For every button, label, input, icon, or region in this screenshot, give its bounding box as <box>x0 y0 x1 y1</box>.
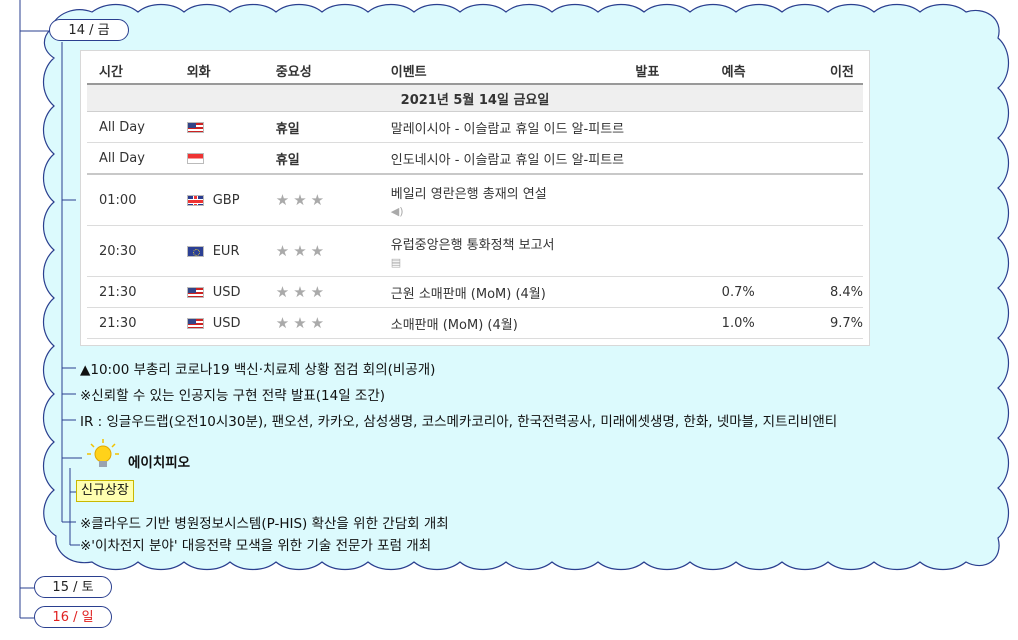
row-previous <box>817 225 863 277</box>
row-importance: ★★★ <box>263 174 379 226</box>
eu-flag-icon <box>186 245 204 257</box>
row-event[interactable]: 소매판매 (MoM) (4월) <box>378 307 624 339</box>
row-currency: USD <box>174 307 264 339</box>
row-actual <box>623 276 710 308</box>
row-currency <box>174 142 264 175</box>
header-previous: 이전 <box>817 57 863 85</box>
header-importance: 중요성 <box>263 57 379 85</box>
uk-flag-icon <box>186 194 204 206</box>
header-event: 이벤트 <box>378 57 624 85</box>
row-importance: ★★★ <box>263 225 379 277</box>
row-importance: 휴일 <box>263 142 379 175</box>
note-item-cloud-his[interactable]: ※클라우드 기반 병원정보시스템(P-HIS) 확산을 위한 간담회 개최 <box>80 512 449 532</box>
header-currency: 외화 <box>174 57 264 85</box>
row-forecast <box>709 225 818 277</box>
table-row: 21:30 USD ★★★ 근원 소매판매 (MoM) (4월) 0.7% 8.… <box>87 276 863 308</box>
day-node-15[interactable]: 15 / 토 <box>34 576 112 598</box>
lightbulb-icon <box>87 439 119 467</box>
row-actual <box>623 174 710 226</box>
economic-calendar: 시간 외화 중요성 이벤트 발표 예측 이전 2021년 5월 14일 금요일 … <box>80 50 870 346</box>
event-link[interactable]: 베일리 영란은행 총재의 연설 <box>391 187 547 202</box>
table-row: 21:30 USD ★★★ 소매판매 (MoM) (4월) 1.0% 9.7% <box>87 307 863 339</box>
us-flag-icon <box>186 286 204 298</box>
row-currency <box>174 111 264 143</box>
note-item-meeting[interactable]: ▲10:00 부총리 코로나19 백신·치료제 상황 점검 회의(비공개) <box>80 358 435 378</box>
row-importance: 휴일 <box>263 111 379 143</box>
importance-stars: ★★★ <box>275 314 329 332</box>
table-row: All Day 휴일 말레이시아 - 이슬람교 휴일 이드 알-피트르 <box>87 111 863 143</box>
row-event[interactable]: 근원 소매판매 (MoM) (4월) <box>378 276 624 308</box>
row-event[interactable]: 베일리 영란은행 총재의 연설 ◀) <box>378 174 624 226</box>
currency-code: USD <box>212 284 241 300</box>
row-previous: 9.7% <box>817 307 863 339</box>
table-row: All Day 휴일 인도네시아 - 이슬람교 휴일 이드 알-피트르 <box>87 142 863 175</box>
new-listing-badge[interactable]: 신규상장 <box>76 480 134 502</box>
row-forecast <box>709 174 818 226</box>
header-actual: 발표 <box>623 57 710 85</box>
row-currency: USD <box>174 276 264 308</box>
malaysia-flag-icon <box>186 121 204 133</box>
note-item-ir[interactable]: IR : 잉글우드랩(오전10시30분), 팬오션, 카카오, 삼성생명, 코스… <box>80 410 837 430</box>
document-icon[interactable]: ▤ <box>391 256 624 269</box>
importance-stars: ★★★ <box>275 242 329 260</box>
importance-stars: ★★★ <box>275 191 329 209</box>
row-forecast: 0.7% <box>709 276 818 308</box>
row-event[interactable]: 유럽중앙은행 통화정책 보고서 ▤ <box>378 225 624 277</box>
header-forecast: 예측 <box>709 57 818 85</box>
hph-label: 에이치피오 <box>128 455 191 471</box>
header-time: 시간 <box>87 57 175 85</box>
speaker-icon[interactable]: ◀) <box>391 205 624 218</box>
row-actual <box>623 307 710 339</box>
row-importance: ★★★ <box>263 307 379 339</box>
note-item-ai-strategy[interactable]: ※신뢰할 수 있는 인공지능 구현 전략 발표(14일 조간) <box>80 384 385 404</box>
table-row: 20:30 EUR ★★★ 유럽중앙은행 통화정책 보고서 ▤ <box>87 225 863 277</box>
row-previous: 8.4% <box>817 276 863 308</box>
row-event: 인도네시아 - 이슬람교 휴일 이드 알-피트르 <box>378 142 863 175</box>
currency-code: GBP <box>212 192 240 208</box>
currency-code: USD <box>212 315 241 331</box>
row-importance: ★★★ <box>263 276 379 308</box>
indonesia-flag-icon <box>186 152 204 164</box>
row-time: 01:00 <box>87 174 175 226</box>
currency-code: EUR <box>212 243 240 259</box>
importance-stars: ★★★ <box>275 283 329 301</box>
row-previous <box>817 174 863 226</box>
day-node-14[interactable]: 14 / 금 <box>49 19 129 41</box>
note-item-battery-forum[interactable]: ※'이차전지 분야' 대응전략 모색을 위한 기술 전문가 포럼 개최 <box>80 534 431 554</box>
row-forecast: 1.0% <box>709 307 818 339</box>
event-link[interactable]: 유럽중앙은행 통화정책 보고서 <box>391 238 555 253</box>
date-label: 2021년 5월 14일 금요일 <box>87 84 863 112</box>
row-time: 20:30 <box>87 225 175 277</box>
economic-calendar-table: 시간 외화 중요성 이벤트 발표 예측 이전 2021년 5월 14일 금요일 … <box>87 57 863 339</box>
row-time: 21:30 <box>87 307 175 339</box>
row-time: All Day <box>87 111 175 143</box>
us-flag-icon <box>186 317 204 329</box>
table-row: 01:00 GBP ★★★ 베일리 영란은행 총재의 연설 ◀) <box>87 174 863 226</box>
row-currency: GBP <box>174 174 264 226</box>
day-node-16[interactable]: 16 / 일 <box>34 606 112 628</box>
row-actual <box>623 225 710 277</box>
row-time: 21:30 <box>87 276 175 308</box>
row-event: 말레이시아 - 이슬람교 휴일 이드 알-피트르 <box>378 111 863 143</box>
row-currency: EUR <box>174 225 264 277</box>
table-header-row: 시간 외화 중요성 이벤트 발표 예측 이전 <box>87 57 863 85</box>
date-row: 2021년 5월 14일 금요일 <box>87 84 863 112</box>
row-time: All Day <box>87 142 175 175</box>
